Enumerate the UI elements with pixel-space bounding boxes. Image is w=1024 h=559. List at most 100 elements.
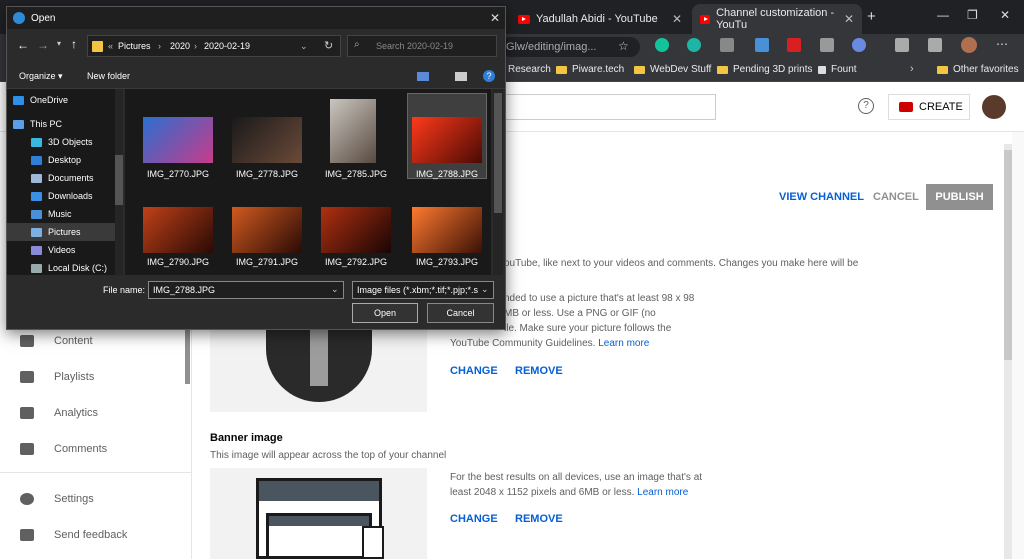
- close-icon[interactable]: ✕: [490, 11, 500, 25]
- collections-icon[interactable]: [928, 38, 942, 52]
- forward-arrow-icon[interactable]: →: [37, 38, 49, 52]
- extension-icon[interactable]: [820, 38, 834, 52]
- picture-change-button[interactable]: CHANGE: [450, 365, 498, 377]
- file-name[interactable]: IMG_2791.JPG: [224, 257, 310, 267]
- extension-icon[interactable]: [755, 38, 769, 52]
- cancel-button[interactable]: Cancel: [427, 303, 494, 323]
- close-window-icon[interactable]: ✕: [1000, 8, 1010, 22]
- star-icon[interactable]: ☆: [618, 39, 629, 53]
- thumbnail-0[interactable]: [143, 117, 213, 163]
- thumbnail-2[interactable]: [330, 99, 376, 163]
- close-icon[interactable]: ✕: [844, 12, 854, 26]
- avatar[interactable]: [982, 95, 1006, 119]
- maximize-icon[interactable]: ❐: [967, 8, 978, 22]
- thumbnail-6[interactable]: [321, 207, 391, 253]
- tree-item-desktop[interactable]: Desktop: [31, 151, 81, 169]
- banner-remove-button[interactable]: REMOVE: [515, 513, 563, 525]
- picture-remove-button[interactable]: REMOVE: [515, 365, 563, 377]
- file-name[interactable]: IMG_2790.JPG: [135, 257, 221, 267]
- file-name[interactable]: IMG_2778.JPG: [224, 169, 310, 179]
- create-button[interactable]: CREATE: [888, 94, 970, 120]
- chevron-down-icon[interactable]: ⌄: [481, 284, 489, 295]
- tree-item-onedrive[interactable]: OneDrive: [13, 91, 68, 109]
- file-name[interactable]: IMG_2792.JPG: [313, 257, 399, 267]
- file-name[interactable]: IMG_2793.JPG: [404, 257, 490, 267]
- close-icon[interactable]: ✕: [672, 12, 682, 26]
- tree-item-3d-objects[interactable]: 3D Objects: [31, 133, 93, 151]
- url-field[interactable]: Glw/editing/imag... ☆: [500, 37, 640, 57]
- bookmark-3d-prints[interactable]: Pending 3D prints: [717, 64, 813, 75]
- new-folder-button[interactable]: New folder: [87, 71, 130, 81]
- tree-scrollbar[interactable]: [115, 89, 123, 275]
- chevron-right-icon[interactable]: ›: [910, 63, 914, 75]
- profile-avatar[interactable]: [961, 37, 977, 53]
- main-scrollbar[interactable]: [1004, 144, 1012, 559]
- extension-m-icon[interactable]: [687, 38, 701, 52]
- help-icon[interactable]: ?: [858, 98, 874, 114]
- banner-learn-more-link[interactable]: Learn more: [637, 487, 688, 498]
- files-scrollbar[interactable]: [493, 89, 503, 275]
- scroll-thumb[interactable]: [115, 155, 123, 205]
- bookmark-piware[interactable]: Piware.tech: [556, 64, 624, 75]
- breadcrumb-pictures[interactable]: Pictures: [118, 41, 151, 51]
- grammarly-icon[interactable]: [655, 38, 669, 52]
- open-button[interactable]: Open: [352, 303, 418, 323]
- tab-yadullah[interactable]: Yadullah Abidi - YouTube ✕: [510, 4, 690, 34]
- banner-change-button[interactable]: CHANGE: [450, 513, 498, 525]
- publish-button[interactable]: PUBLISH: [926, 184, 993, 210]
- search-input[interactable]: ⌕ Search 2020-02-19: [347, 35, 497, 57]
- tree-item-documents[interactable]: Documents: [31, 169, 94, 187]
- chevron-down-icon[interactable]: ⌄: [300, 41, 308, 52]
- extension-tp-icon[interactable]: [787, 38, 801, 52]
- file-name-input[interactable]: IMG_2788.JPG ⌄: [148, 281, 344, 299]
- sidebar-item-playlists[interactable]: Playlists: [20, 371, 94, 383]
- extension-icon[interactable]: [720, 38, 734, 52]
- refresh-icon[interactable]: ↻: [324, 39, 333, 52]
- organize-menu[interactable]: Organize ▾: [19, 71, 63, 82]
- recent-dropdown-icon[interactable]: ▾: [57, 39, 61, 48]
- thumbnail-5[interactable]: [232, 207, 302, 253]
- breadcrumb-2020[interactable]: 2020: [170, 41, 190, 51]
- tree-item-this-pc[interactable]: This PC: [13, 115, 62, 133]
- more-icon[interactable]: ⋯: [996, 37, 1008, 51]
- bookmark-fount[interactable]: Fount: [818, 64, 857, 75]
- preview-pane-icon[interactable]: [455, 72, 467, 81]
- tree-item-downloads[interactable]: Downloads: [31, 187, 93, 205]
- up-arrow-icon[interactable]: ↑: [71, 37, 77, 51]
- thumbnail-3[interactable]: [412, 117, 482, 163]
- bookmark-research[interactable]: Research: [508, 64, 551, 75]
- chevron-down-icon[interactable]: ⌄: [331, 284, 339, 295]
- back-arrow-icon[interactable]: ←: [17, 38, 29, 52]
- learn-more-link[interactable]: Learn more: [598, 338, 649, 349]
- file-name[interactable]: IMG_2788.JPG: [404, 169, 490, 179]
- minimize-icon[interactable]: —: [937, 8, 949, 22]
- sidebar-item-content[interactable]: Content: [20, 335, 93, 347]
- search-input[interactable]: [500, 94, 716, 120]
- thumbnail-4[interactable]: [143, 207, 213, 253]
- favorites-icon[interactable]: [895, 38, 909, 52]
- scroll-thumb[interactable]: [494, 93, 502, 213]
- thumbnail-7[interactable]: [412, 207, 482, 253]
- help-icon[interactable]: ?: [483, 70, 495, 82]
- view-channel-link[interactable]: VIEW CHANNEL: [779, 191, 864, 203]
- tree-item-videos[interactable]: Videos: [31, 241, 75, 259]
- path-breadcrumb[interactable]: « Pictures › 2020 › 2020-02-19 ⌄ ↻: [87, 35, 341, 57]
- bookmark-other-favorites[interactable]: Other favorites: [937, 64, 1019, 75]
- file-name[interactable]: IMG_2785.JPG: [313, 169, 399, 179]
- tab-channel-customization[interactable]: Channel customization - YouTu ✕: [692, 4, 862, 34]
- tree-item-pictures[interactable]: Pictures: [31, 223, 81, 241]
- thumbnail-1[interactable]: [232, 117, 302, 163]
- sidebar-item-comments[interactable]: Comments: [20, 443, 107, 455]
- view-options-icon[interactable]: [417, 72, 429, 81]
- cancel-button[interactable]: CANCEL: [873, 191, 919, 203]
- sidebar-item-feedback[interactable]: Send feedback: [20, 529, 127, 541]
- new-tab-button[interactable]: +: [867, 8, 876, 25]
- tree-item-local-disk[interactable]: Local Disk (C:): [31, 259, 107, 277]
- file-name[interactable]: IMG_2770.JPG: [135, 169, 221, 179]
- scroll-thumb[interactable]: [1004, 150, 1012, 360]
- sidebar-item-settings[interactable]: Settings: [20, 493, 94, 505]
- extension-icon[interactable]: [852, 38, 866, 52]
- bookmark-webdev[interactable]: WebDev Stuff: [634, 64, 711, 75]
- breadcrumb-date[interactable]: 2020-02-19: [204, 41, 250, 51]
- file-type-select[interactable]: Image files (*.xbm;*.tif;*.pjp;*.s ⌄: [352, 281, 494, 299]
